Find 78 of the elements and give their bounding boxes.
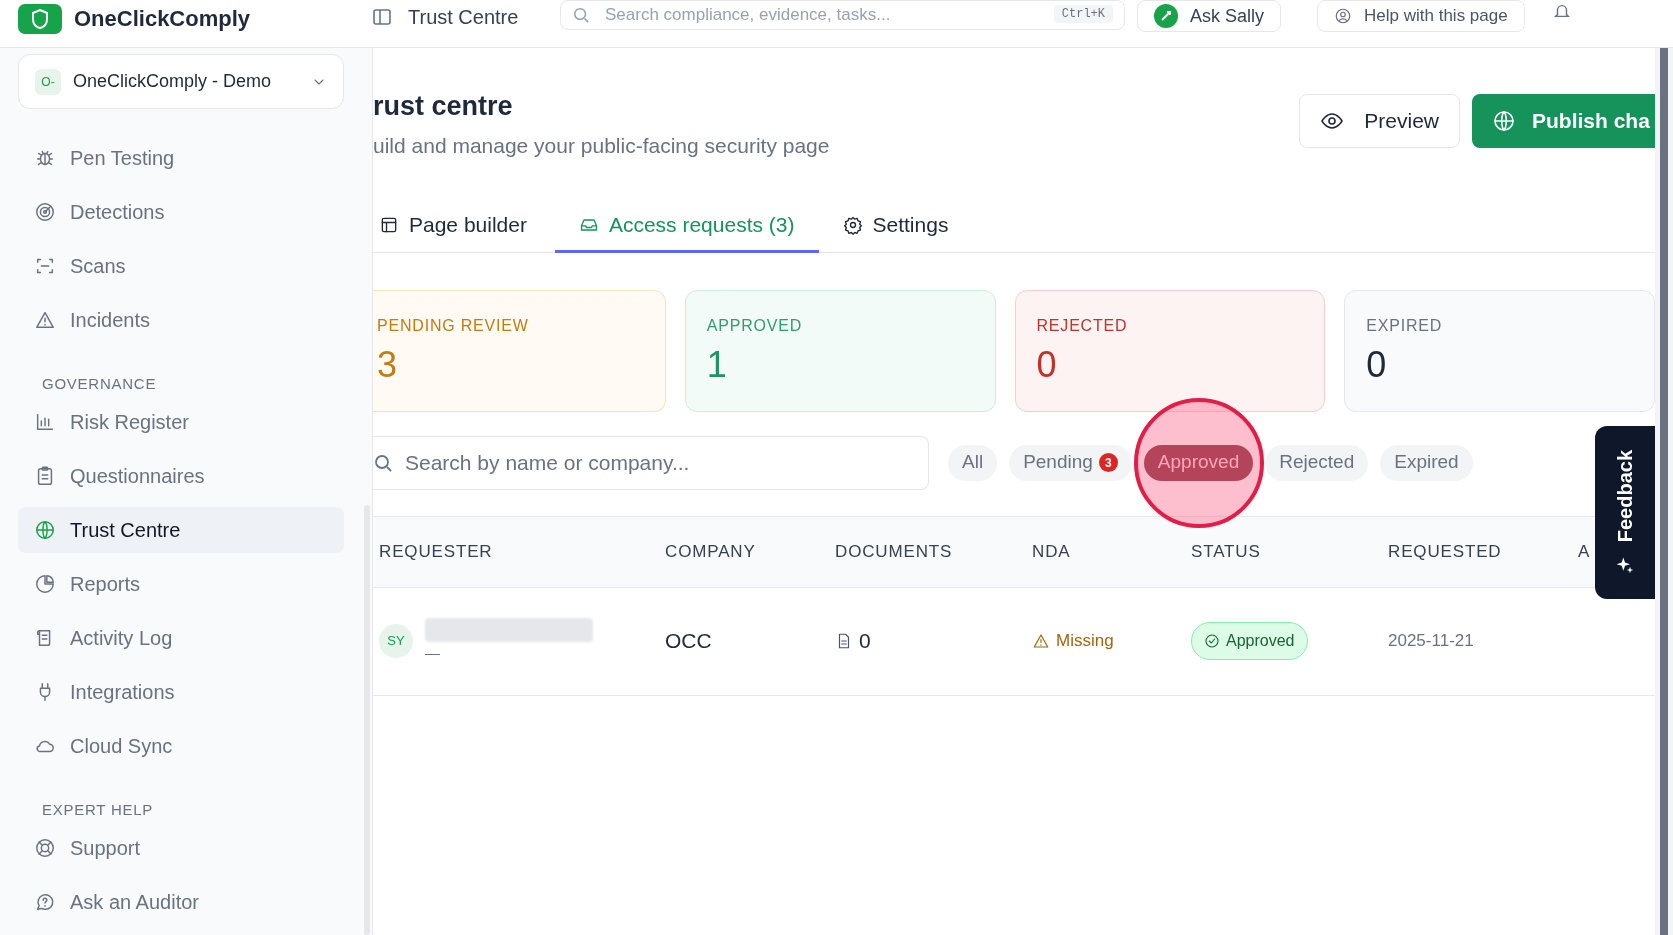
sidebar-item[interactable]: Detections (18, 189, 344, 235)
stat-value: 0 (1366, 342, 1388, 387)
status-badge: Approved (1191, 622, 1308, 660)
globe-icon (34, 519, 56, 541)
nda-status: Missing (1056, 630, 1114, 653)
filter-chip[interactable]: Rejected (1265, 444, 1369, 481)
column-header: COMPANY (665, 541, 756, 561)
check-circle-icon (1204, 633, 1220, 649)
sidebar-item[interactable]: Cloud Sync (18, 723, 344, 769)
sidebar-item[interactable]: Trust Centre (18, 507, 344, 553)
lifebuoy-icon (34, 837, 56, 859)
stat-label: REJECTED (1036, 315, 1129, 336)
section-heading: EXPERT HELP (41, 799, 155, 820)
chat-question-icon (34, 891, 56, 913)
feedback-tab[interactable]: Feedback (1595, 426, 1655, 599)
column-header: REQUESTED (1388, 541, 1502, 561)
search-field[interactable]: Search by name or company... (373, 435, 929, 490)
count-badge: 3 (1098, 453, 1118, 472)
bell-icon[interactable] (1552, 2, 1571, 20)
filter-chip[interactable]: All (948, 444, 998, 481)
column-header: STATUS (1191, 541, 1261, 561)
sidebar-item[interactable]: Risk Register (18, 399, 344, 445)
preview-button[interactable]: Preview (1299, 94, 1460, 148)
help-button[interactable]: Help with this page (1317, 0, 1525, 32)
column-header: REQUESTER (379, 541, 493, 561)
page-title: Trust Centre (408, 5, 520, 30)
column-header: NDA (1032, 541, 1071, 561)
stat-label: EXPIRED (1366, 315, 1444, 336)
stat-label: PENDING REVIEW (377, 315, 530, 336)
gear-icon (842, 214, 863, 235)
page-heading: rust centre (373, 90, 514, 123)
sidebar-toggle-icon[interactable] (372, 7, 392, 27)
avatar: SY (379, 624, 413, 658)
sidebar-item[interactable]: Incidents (18, 297, 344, 343)
org-switcher[interactable]: O- OneClickComply - Demo (18, 54, 344, 109)
brand-name: OneClickComply (74, 5, 251, 33)
page-subtitle: uild and manage your public-facing security page (373, 133, 830, 159)
sidebar-item[interactable]: Activity Log (18, 615, 344, 661)
stat-value: 0 (1036, 342, 1058, 387)
column-header: DOCUMENTS (835, 541, 953, 561)
requester-detail: — (425, 642, 441, 663)
ask-button[interactable]: Ask Sally (1137, 0, 1282, 32)
stat-label: APPROVED (706, 315, 804, 336)
sidebar-item[interactable]: Integrations (18, 669, 344, 715)
bar-chart-icon (34, 411, 56, 433)
sidebar-item[interactable]: Scans (18, 243, 344, 289)
shortcut-key: Ctrl+K (1053, 5, 1113, 23)
sidebar-item[interactable]: Ask an Auditor (18, 879, 344, 925)
sidebar-item[interactable]: Reports (18, 561, 344, 607)
shield-logo-icon (18, 3, 62, 34)
user-circle-icon (1334, 7, 1353, 25)
sidebar-item[interactable]: Pen Testing (18, 135, 344, 181)
table-cell: OCC (665, 587, 835, 695)
sidebar-item[interactable]: Questionnaires (18, 453, 344, 499)
warning-icon (34, 309, 56, 331)
org-avatar: O- (35, 68, 61, 95)
publish-button[interactable]: Publish cha (1472, 94, 1655, 148)
sidebar-item[interactable]: Support (18, 825, 344, 871)
table-cell: 2025-11-21 (1388, 587, 1578, 695)
search-icon (373, 452, 393, 473)
pie-chart-icon (34, 573, 56, 595)
feedback-label: Feedback (1613, 450, 1637, 543)
search-icon (572, 6, 590, 24)
stat-value: 3 (377, 342, 399, 387)
filter-chip[interactable]: Approved (1143, 444, 1254, 481)
tab[interactable]: Page builder (373, 199, 555, 253)
globe-icon (1492, 109, 1516, 133)
stat-value: 1 (706, 342, 728, 387)
section-heading: GOVERNANCE (41, 373, 158, 394)
column-header: A (1578, 541, 1591, 561)
warning-icon (1032, 632, 1050, 650)
filter-chip[interactable]: Expired (1380, 444, 1473, 481)
document-count: 0 (859, 628, 871, 655)
radar-icon (34, 201, 56, 223)
window-scrollbar[interactable] (1655, 48, 1673, 935)
filter-chip[interactable]: Pending 3 (1009, 444, 1132, 481)
tab[interactable]: Settings (818, 199, 973, 253)
tab[interactable]: Access requests (3) (554, 199, 819, 253)
